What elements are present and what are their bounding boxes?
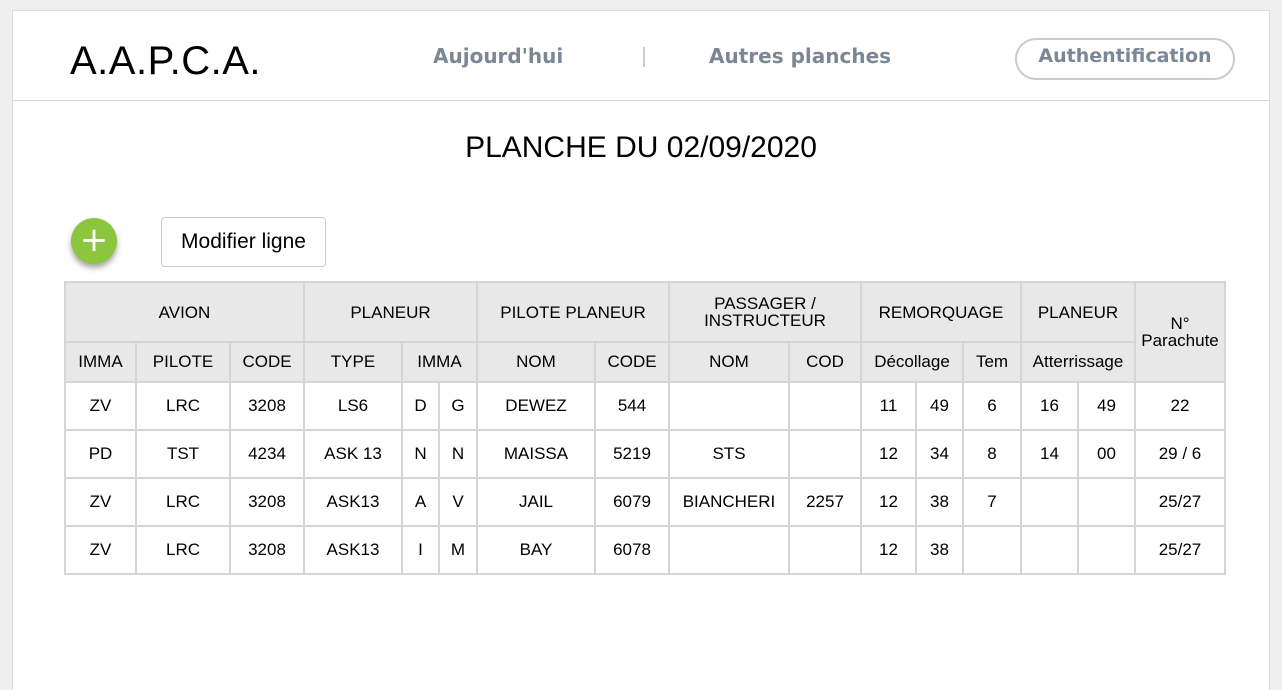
table-cell: 3208 xyxy=(229,477,305,527)
table-cell: 34 xyxy=(915,429,964,479)
table-cell: 5219 xyxy=(594,429,670,479)
subheader-atterrissage: Atterrissage xyxy=(1020,341,1136,383)
table-cell: 6078 xyxy=(594,525,670,575)
plus-icon: + xyxy=(79,220,109,260)
nav-separator xyxy=(643,47,645,67)
nav-link-today[interactable]: Aujourd'hui xyxy=(433,44,563,68)
subheader-passager-cod: COD xyxy=(788,341,862,383)
table-cell: ASK13 xyxy=(303,525,403,575)
table-cell: 8 xyxy=(962,429,1022,479)
top-header: A.A.P.C.A. Aujourd'hui Autres planches A… xyxy=(13,11,1269,101)
table-cell: 00 xyxy=(1077,429,1136,479)
table-cell: 25/27 xyxy=(1134,477,1226,527)
table-cell: JAIL xyxy=(476,477,596,527)
table-cell: 14 xyxy=(1020,429,1079,479)
modify-row-button[interactable]: Modifier ligne xyxy=(161,217,326,267)
table-row[interactable]: ZV LRC 3208 ASK13 A V JAIL 6079 BIANCHER… xyxy=(64,477,1226,527)
subheader-decollage: Décollage xyxy=(860,341,964,383)
table-cell: 6079 xyxy=(594,477,670,527)
add-row-button[interactable]: + xyxy=(71,218,117,264)
subheader-planeur-imma: IMMA xyxy=(401,341,478,383)
subheader-pilote-code: CODE xyxy=(594,341,670,383)
table-cell: 38 xyxy=(915,525,964,575)
table-cell: 22 xyxy=(1134,381,1226,431)
table-cell: 16 xyxy=(1020,381,1079,431)
nav-link-other-boards[interactable]: Autres planches xyxy=(709,44,891,68)
subheader-avion-code: CODE xyxy=(229,341,305,383)
table-cell: ZV xyxy=(64,381,137,431)
site-logo[interactable]: A.A.P.C.A. xyxy=(70,39,261,84)
table-cell: V xyxy=(438,477,478,527)
subheader-avion-imma: IMMA xyxy=(64,341,137,383)
subheader-temps: Tem xyxy=(962,341,1022,383)
header-planeur: PLANEUR xyxy=(303,281,478,343)
header-parachute: N° Parachute xyxy=(1134,281,1226,383)
subheader-passager-nom: NOM xyxy=(668,341,790,383)
table-cell: M xyxy=(438,525,478,575)
table-cell: LRC xyxy=(135,525,231,575)
table-cell: TST xyxy=(135,429,231,479)
table-cell: 49 xyxy=(915,381,964,431)
subheader-pilote-nom: NOM xyxy=(476,341,596,383)
table-cell: 12 xyxy=(860,429,917,479)
table-cell: A xyxy=(401,477,440,527)
table-cell xyxy=(1077,525,1136,575)
table-cell xyxy=(668,381,790,431)
table-cell: 6 xyxy=(962,381,1022,431)
table-cell: BAY xyxy=(476,525,596,575)
table-cell: MAISSA xyxy=(476,429,596,479)
table-cell: 12 xyxy=(860,477,917,527)
subheader-planeur-type: TYPE xyxy=(303,341,403,383)
table-cell: STS xyxy=(668,429,790,479)
flight-board-table: AVION PLANEUR PILOTE PLANEUR PASSAGER / … xyxy=(64,281,1226,575)
table-cell: G xyxy=(438,381,478,431)
table-cell: ZV xyxy=(64,477,137,527)
header-pilote-planeur: PILOTE PLANEUR xyxy=(476,281,670,343)
table-cell: LS6 xyxy=(303,381,403,431)
table-cell: 49 xyxy=(1077,381,1136,431)
table-cell: 4234 xyxy=(229,429,305,479)
subheader-avion-pilote: PILOTE xyxy=(135,341,231,383)
table-cell xyxy=(1020,525,1079,575)
table-cell: ZV xyxy=(64,525,137,575)
table-cell: ASK 13 xyxy=(303,429,403,479)
table-cell: I xyxy=(401,525,440,575)
table-cell xyxy=(962,525,1022,575)
table-cell: 544 xyxy=(594,381,670,431)
table-cell: 29 / 6 xyxy=(1134,429,1226,479)
page: A.A.P.C.A. Aujourd'hui Autres planches A… xyxy=(12,10,1270,690)
header-planeur-landing: PLANEUR xyxy=(1020,281,1136,343)
table-cell xyxy=(1077,477,1136,527)
table-row[interactable]: PD TST 4234 ASK 13 N N MAISSA 5219 STS 1… xyxy=(64,429,1226,479)
table-cell: 3208 xyxy=(229,381,305,431)
table-cell xyxy=(668,525,790,575)
table-cell xyxy=(788,525,862,575)
table-cell: D xyxy=(401,381,440,431)
table-cell: 38 xyxy=(915,477,964,527)
page-title: PLANCHE DU 02/09/2020 xyxy=(465,131,817,164)
table-cell: 3208 xyxy=(229,525,305,575)
table-cell: LRC xyxy=(135,477,231,527)
table-cell: N xyxy=(401,429,440,479)
table-cell: 2257 xyxy=(788,477,862,527)
table-row[interactable]: ZV LRC 3208 LS6 D G DEWEZ 544 11 49 6 16… xyxy=(64,381,1226,431)
header-avion: AVION xyxy=(64,281,305,343)
table-cell xyxy=(788,381,862,431)
table-cell: 11 xyxy=(860,381,917,431)
table-cell: 25/27 xyxy=(1134,525,1226,575)
table-cell: LRC xyxy=(135,381,231,431)
table-cell: 7 xyxy=(962,477,1022,527)
header-passager-instructeur: PASSAGER / INSTRUCTEUR xyxy=(668,281,862,343)
table-cell: 12 xyxy=(860,525,917,575)
header-remorquage: REMORQUAGE xyxy=(860,281,1022,343)
table-cell: DEWEZ xyxy=(476,381,596,431)
table-cell xyxy=(1020,477,1079,527)
table-cell: N xyxy=(438,429,478,479)
authentication-button[interactable]: Authentification xyxy=(1015,38,1235,80)
table-cell: PD xyxy=(64,429,137,479)
table-cell: ASK13 xyxy=(303,477,403,527)
table-cell xyxy=(788,429,862,479)
table-cell: BIANCHERI xyxy=(668,477,790,527)
table-row[interactable]: ZV LRC 3208 ASK13 I M BAY 6078 12 38 25/… xyxy=(64,525,1226,575)
